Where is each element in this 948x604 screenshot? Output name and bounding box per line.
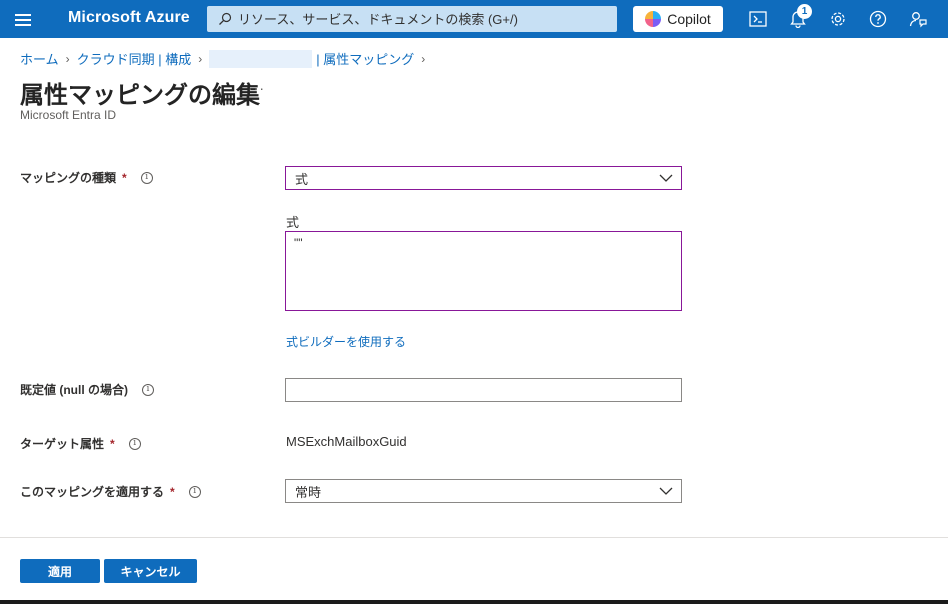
apply-mapping-dropdown[interactable]: 常時 xyxy=(285,479,682,503)
mapping-type-value: 式 xyxy=(295,171,309,187)
global-search[interactable] xyxy=(207,6,617,32)
mapping-type-dropdown[interactable]: 式 xyxy=(285,166,682,190)
window-bottom-edge xyxy=(0,600,948,604)
notification-badge: 1 xyxy=(797,4,812,19)
expression-label: 式 xyxy=(286,215,300,230)
page-title: 属性マッピングの編集 xyxy=(20,82,260,109)
breadcrumb-home[interactable]: ホーム xyxy=(20,49,59,68)
cancel-button[interactable]: キャンセル xyxy=(104,559,197,583)
mapping-type-label-text: マッピングの種類 xyxy=(20,171,117,185)
apply-button[interactable]: 適用 xyxy=(20,559,100,583)
cloud-shell-icon[interactable] xyxy=(747,8,769,30)
breadcrumb: ホーム › クラウド同期 | 構成 › | 属性マッピング › xyxy=(20,49,432,68)
breadcrumb-attribute-mapping[interactable]: | 属性マッピング xyxy=(316,49,414,68)
apply-mapping-value: 常時 xyxy=(295,484,322,500)
default-value-input[interactable] xyxy=(285,378,682,402)
copilot-label: Copilot xyxy=(667,11,711,27)
required-mark: * xyxy=(170,484,175,499)
footer-divider xyxy=(0,537,948,538)
search-input[interactable] xyxy=(238,11,608,27)
chevron-down-icon xyxy=(659,487,673,495)
apply-mapping-label-text: このマッピングを適用する xyxy=(20,485,165,499)
search-icon xyxy=(219,12,232,25)
chevron-right-icon: › xyxy=(421,51,426,66)
breadcrumb-cloud-sync[interactable]: クラウド同期 | 構成 xyxy=(77,49,192,68)
page-subtitle: Microsoft Entra ID xyxy=(20,108,117,122)
info-icon[interactable] xyxy=(140,171,153,184)
default-value-label-text: 既定値 (null の場合) xyxy=(20,383,128,397)
mapping-type-label: マッピングの種類 * xyxy=(20,169,153,186)
top-bar: Microsoft Azure Copilot 1 xyxy=(0,0,948,38)
breadcrumb-redacted[interactable] xyxy=(209,49,313,68)
info-icon[interactable] xyxy=(142,383,154,396)
gear-icon[interactable] xyxy=(827,8,849,30)
chevron-down-icon xyxy=(659,174,673,182)
more-options-button[interactable]: ··· xyxy=(248,80,265,96)
copilot-icon xyxy=(645,11,662,27)
copilot-button[interactable]: Copilot xyxy=(633,6,723,32)
expression-builder-link[interactable]: 式ビルダーを使用する xyxy=(286,333,406,350)
target-attribute-value: MSExchMailboxGuid xyxy=(286,434,407,449)
menu-icon[interactable] xyxy=(14,11,32,27)
chevron-right-icon: › xyxy=(65,51,70,66)
info-icon[interactable] xyxy=(188,485,201,498)
brand-title[interactable]: Microsoft Azure xyxy=(68,9,190,27)
help-icon[interactable] xyxy=(867,8,889,30)
info-icon[interactable] xyxy=(128,437,141,450)
chevron-right-icon: › xyxy=(198,51,203,66)
expression-textarea[interactable]: "" xyxy=(285,231,682,311)
required-mark: * xyxy=(110,436,115,451)
target-attribute-label: ターゲット属性 * xyxy=(20,435,141,452)
feedback-icon[interactable] xyxy=(907,8,929,30)
default-value-label: 既定値 (null の場合) xyxy=(20,381,154,398)
target-attribute-label-text: ターゲット属性 xyxy=(20,437,105,451)
apply-mapping-label: このマッピングを適用する * xyxy=(20,483,201,500)
required-mark: * xyxy=(122,170,127,185)
